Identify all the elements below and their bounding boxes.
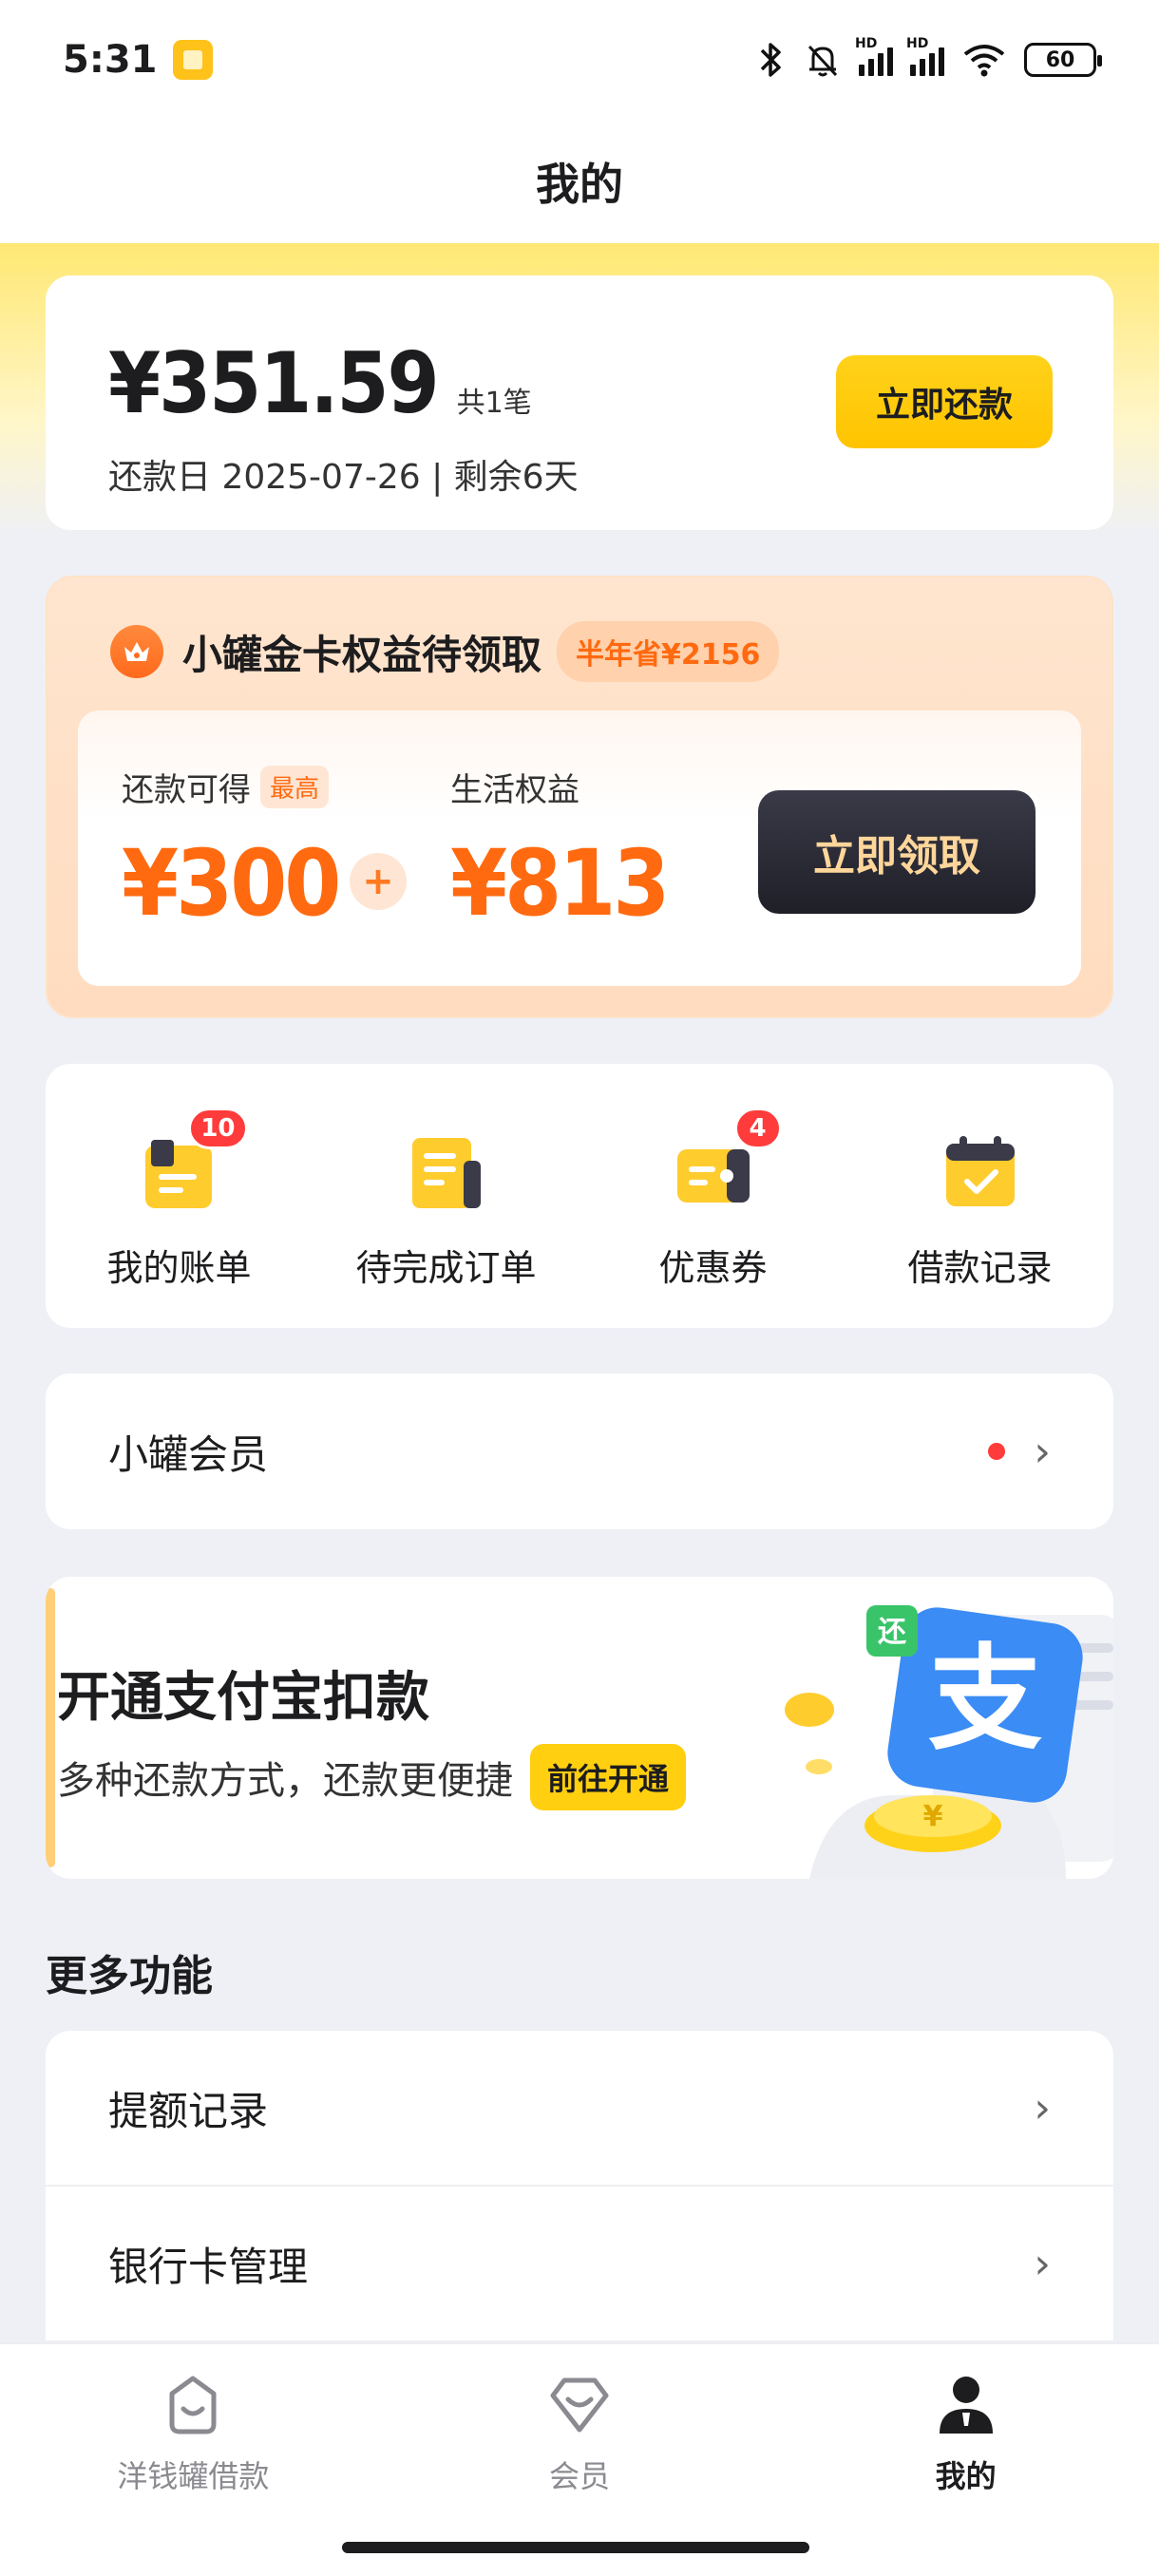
tab-loan[interactable]: 洋钱罐借款 (0, 2344, 387, 2576)
notification-dot (988, 1443, 1006, 1460)
quick-action-orders[interactable]: 待完成订单 (313, 1064, 580, 1328)
home-indicator[interactable] (342, 2542, 809, 2553)
svg-text:¥: ¥ (923, 1800, 943, 1833)
quick-action-label: 借款记录 (907, 1247, 1053, 1289)
repay-amount: ¥351.59 (108, 334, 440, 432)
quick-action-label: 待完成订单 (355, 1247, 537, 1289)
more-functions-title: 更多功能 (46, 1952, 213, 2000)
quick-action-loan-records[interactable]: 借款记录 (846, 1064, 1113, 1328)
repay-now-button[interactable]: 立即还款 (836, 355, 1053, 448)
repay-benefit-value: ¥300 (122, 830, 341, 937)
list-item-label: 银行卡管理 (108, 2243, 309, 2290)
notes-app-icon (172, 40, 213, 80)
svg-text:还: 还 (878, 1616, 907, 1649)
jar-icon (169, 2376, 217, 2434)
go-activate-button[interactable]: 前往开通 (530, 1744, 687, 1810)
chevron-right-icon: › (1034, 2083, 1051, 2132)
plus-icon: + (350, 853, 407, 910)
chevron-right-icon: › (1034, 2239, 1051, 2288)
max-tag: 最高 (260, 766, 330, 808)
benefit-panel: 还款可得 最高 ¥300 + 生活权益 ¥813 立即领取 (78, 710, 1081, 986)
bluetooth-icon (760, 43, 781, 77)
more-functions-list: 提额记录 › 银行卡管理 › (46, 2031, 1113, 2344)
list-item-limit-records[interactable]: 提额记录 › (46, 2031, 1113, 2187)
life-benefit-label: 生活权益 (450, 771, 580, 809)
repay-benefit-label: 还款可得 最高 (122, 764, 330, 810)
mute-bell-icon (808, 45, 838, 77)
calendar-icon (940, 1132, 1020, 1212)
life-benefit-value: ¥813 (450, 830, 670, 937)
battery-icon: 60 (1024, 43, 1102, 77)
quick-action-label: 我的账单 (106, 1247, 252, 1289)
tab-label: 洋钱罐借款 (117, 2458, 270, 2494)
repay-due-date: 还款日 2025-07-26 | 剩余6天 (108, 458, 579, 497)
savings-badge: 半年省¥2156 (557, 621, 780, 682)
bottom-tab-bar: 洋钱罐借款 会员 我的 (0, 2342, 1159, 2576)
coupon-icon: 4 (674, 1108, 782, 1212)
quick-action-coupons[interactable]: 4 优惠券 (580, 1064, 846, 1328)
quick-action-bills[interactable]: 10 我的账单 (46, 1064, 313, 1328)
quick-action-label: 优惠券 (658, 1247, 768, 1289)
tab-label: 会员 (549, 2458, 611, 2494)
coupon-count-badge: 4 (733, 1108, 782, 1149)
banner-edge-accent (46, 1588, 55, 1867)
status-bar: 5:31 HD HD 60 (0, 0, 1159, 120)
list-item-label: 提额记录 (108, 2087, 269, 2134)
alipay-illustration: ¥ 支 还 (785, 1605, 1113, 1879)
crown-icon (110, 625, 163, 678)
tab-label: 我的 (935, 2458, 997, 2494)
signal-strength-icon-2: HD (906, 36, 944, 76)
claim-now-button[interactable]: 立即领取 (758, 790, 1036, 914)
order-icon (407, 1132, 486, 1212)
list-item-bank-cards[interactable]: 银行卡管理 › (46, 2187, 1113, 2342)
gold-card-title: 小罐金卡权益待领取 (182, 631, 542, 678)
chevron-right-icon: › (1034, 1427, 1051, 1476)
repayment-card: ¥351.59 共1笔 还款日 2025-07-26 | 剩余6天 立即还款 (46, 275, 1113, 530)
tab-mine[interactable]: 我的 (772, 2344, 1159, 2576)
member-row-label: 小罐会员 (108, 1430, 269, 1478)
svg-text:支: 支 (928, 1634, 1042, 1766)
signal-strength-icon-1: HD (855, 36, 893, 76)
quick-actions: 10 我的账单 待完成订单 4 优惠券 借款记录 (46, 1064, 1113, 1328)
repay-count: 共1笔 (456, 387, 532, 420)
wifi-icon (963, 45, 1005, 77)
alipay-banner-title: 开通支付宝扣款 (57, 1667, 429, 1729)
gold-card-benefits[interactable]: 小罐金卡权益待领取 半年省¥2156 还款可得 最高 ¥300 + 生活权益 ¥… (46, 576, 1113, 1018)
alipay-banner[interactable]: 开通支付宝扣款 多种还款方式，还款更便捷 前往开通 ¥ 支 还 (46, 1577, 1113, 1879)
profile-icon (939, 2377, 993, 2434)
bill-count-badge: 10 (188, 1108, 248, 1149)
alipay-banner-subtitle: 多种还款方式，还款更便捷 前往开通 (57, 1744, 687, 1810)
page-header: 我的 (0, 120, 1159, 243)
bill-icon: 10 (140, 1108, 248, 1212)
member-row[interactable]: 小罐会员 › (46, 1373, 1113, 1529)
clock: 5:31 (63, 38, 158, 82)
page-title: 我的 (536, 159, 623, 210)
status-icons: HD HD 60 (754, 36, 1102, 79)
member-icon (550, 2377, 609, 2433)
